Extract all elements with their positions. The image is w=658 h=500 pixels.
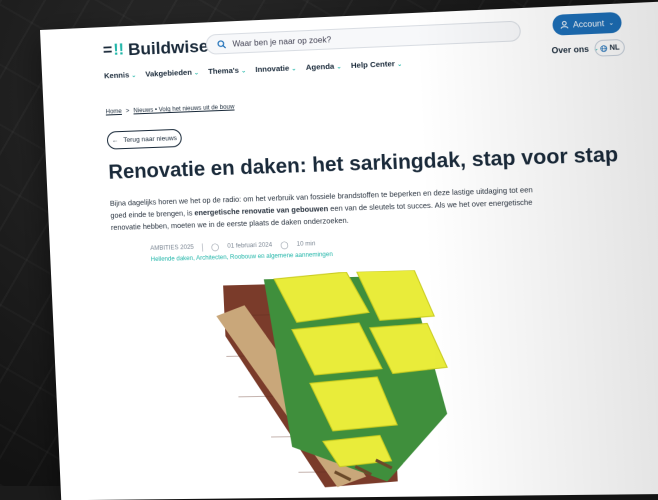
search-icon — [217, 39, 227, 49]
intro-bold: energetische renovatie van gebouwen — [194, 204, 328, 217]
user-icon — [560, 20, 569, 29]
article-date: 01 februari 2024 — [227, 242, 272, 249]
article-intro: Bijna dagelijks horen we het op de radio… — [110, 184, 547, 234]
search-input[interactable]: Waar ben je naar op zoek? — [206, 21, 522, 55]
nav-item-themas[interactable]: Thema's⌄ — [208, 65, 246, 76]
chevron-down-icon: ⌄ — [241, 68, 246, 74]
nav-item-vakgebieden[interactable]: Vakgebieden⌄ — [145, 67, 199, 78]
nav-item-kennis[interactable]: Kennis⌄ — [104, 70, 137, 80]
chevron-down-icon: ⌄ — [608, 19, 614, 27]
breadcrumb-current[interactable]: Nieuws • Volg het nieuws uit de bouw — [133, 104, 234, 114]
logo-text: Buildwise — [128, 37, 209, 61]
chevron-down-icon: ⌄ — [194, 70, 199, 76]
article-read-time: 10 min — [297, 241, 316, 248]
logo-mark-icon: =!! — [103, 41, 125, 60]
logo[interactable]: =!! Buildwise — [103, 37, 209, 62]
web-page: =!! Buildwise Waar ben je naar op zoek? … — [40, 1, 658, 500]
nav-item-agenda[interactable]: Agenda⌄ — [306, 61, 342, 72]
main-nav: Kennis⌄ Vakgebieden⌄ Thema's⌄ Innovatie⌄… — [104, 59, 403, 81]
globe-icon — [600, 44, 608, 52]
chevron-down-icon: ⌄ — [336, 64, 342, 70]
breadcrumb-home[interactable]: Home — [106, 109, 122, 116]
breadcrumb: Home > Nieuws • Volg het nieuws uit de b… — [106, 104, 235, 115]
language-label: NL — [609, 44, 619, 52]
nav-item-innovatie[interactable]: Innovatie⌄ — [255, 63, 297, 74]
arrow-left-icon: ← — [112, 137, 119, 144]
over-ons-menu[interactable]: Over ons ⌄ — [551, 44, 598, 55]
chevron-down-icon: ⌄ — [291, 66, 296, 72]
meta-divider — [202, 243, 203, 251]
chevron-down-icon: ⌄ — [131, 73, 136, 79]
over-ons-label: Over ons — [551, 45, 589, 56]
sarking-roof-illustration — [202, 269, 461, 498]
back-button-label: Terug naar nieuws — [123, 134, 177, 143]
article-tags[interactable]: Hellende daken, Architecten, Roobouw en … — [151, 252, 333, 263]
language-button[interactable]: NL — [594, 39, 625, 57]
page-title: Renovatie en daken: het sarkingdak, stap… — [108, 146, 555, 185]
nav-item-help-center[interactable]: Help Center⌄ — [351, 59, 403, 70]
back-to-news-button[interactable]: ← Terug naar nieuws — [107, 129, 182, 150]
clock-icon: ◯ — [280, 241, 288, 249]
account-label: Account — [573, 18, 605, 29]
account-button[interactable]: Account ⌄ — [552, 12, 622, 36]
article-source: AMBITIES 2025 — [150, 245, 194, 252]
calendar-icon: ◯ — [211, 243, 219, 251]
breadcrumb-separator: > — [126, 109, 130, 115]
chevron-down-icon: ⌄ — [397, 62, 403, 68]
article-meta: AMBITIES 2025 ◯ 01 februari 2024 ◯ 10 mi… — [150, 240, 315, 253]
search-placeholder: Waar ben je naar op zoek? — [232, 35, 331, 48]
